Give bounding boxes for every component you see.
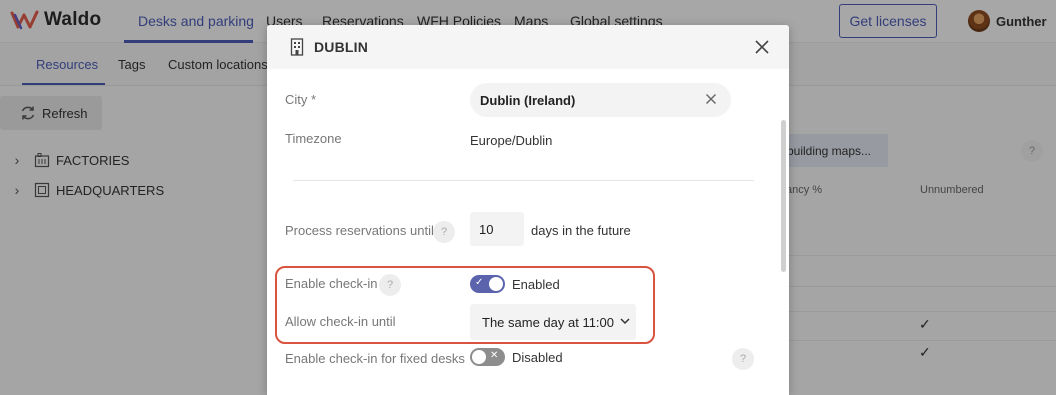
fixed-desks-checkin-state: Disabled (512, 350, 563, 365)
days-in-future-suffix: days in the future (531, 223, 631, 238)
cross-icon: ✕ (490, 350, 499, 361)
fixed-desks-checkin-toggle[interactable]: ✕ (470, 348, 505, 366)
city-label: City * (285, 92, 317, 107)
close-icon (755, 40, 769, 54)
process-reservations-label: Process reservations until (285, 223, 434, 238)
help-icon[interactable]: ? (433, 221, 455, 243)
fixed-desks-checkin-label: Enable check-in for fixed desks (285, 351, 465, 366)
clear-icon[interactable] (705, 93, 717, 105)
location-settings-dialog: DUBLIN City * Dublin (Ireland) Timezone … (267, 25, 789, 395)
help-icon[interactable]: ? (732, 348, 754, 370)
dialog-header: DUBLIN (267, 25, 789, 69)
timezone-value: Europe/Dublin (470, 133, 553, 148)
section-divider (293, 180, 754, 181)
timezone-label: Timezone (285, 131, 342, 146)
toggle-knob (472, 350, 486, 364)
dialog-scrollbar[interactable] (781, 120, 786, 272)
close-button[interactable] (752, 37, 772, 57)
dialog-title: DUBLIN (314, 39, 369, 55)
highlight-annotation (275, 266, 655, 344)
city-value: Dublin (Ireland) (480, 93, 576, 108)
city-field[interactable]: Dublin (Ireland) (470, 83, 731, 117)
days-in-future-input[interactable]: 10 (470, 212, 524, 246)
building-icon (290, 38, 304, 56)
